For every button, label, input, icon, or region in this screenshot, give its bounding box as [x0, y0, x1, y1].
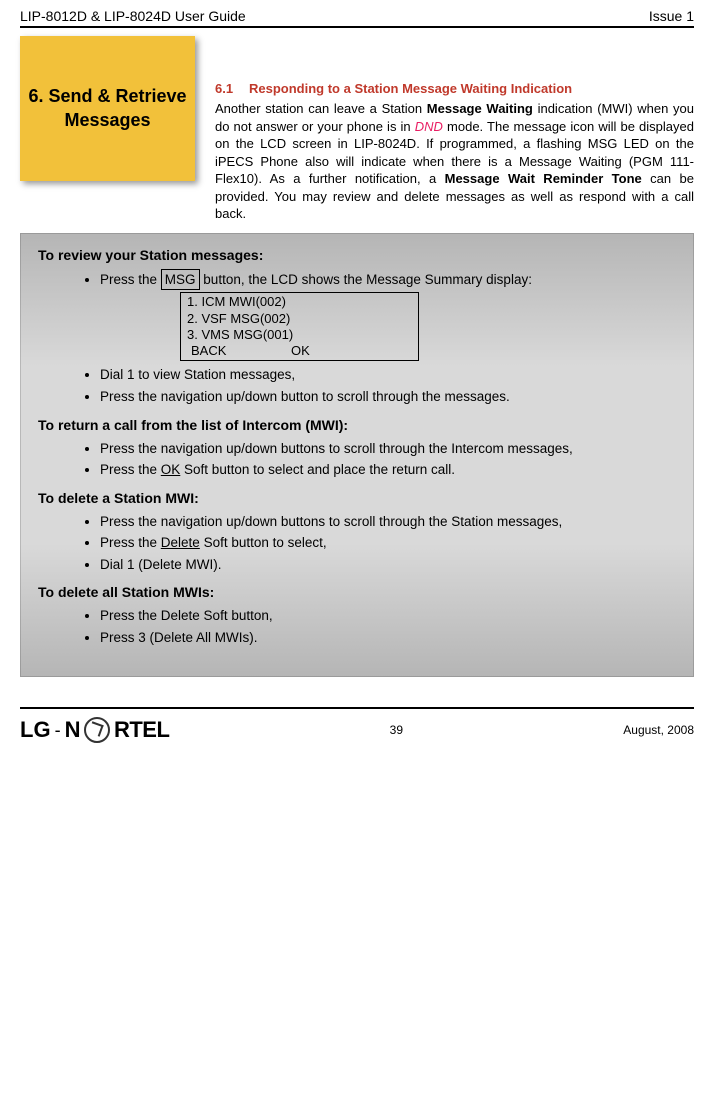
intro-text-1: Another station can leave a Station: [215, 101, 427, 116]
heading-delete: To delete a Station MWI:: [38, 490, 676, 506]
lcd-display: 1. ICM MWI(002) 2. VSF MSG(002) 3. VMS M…: [180, 292, 419, 361]
list-delete-all: Press the Delete Soft button, Press 3 (D…: [38, 606, 676, 647]
msg-button-label: MSG: [161, 269, 200, 291]
list-item: Press the MSG button, the LCD shows the …: [100, 269, 676, 362]
lcd-line-1: 1. ICM MWI(002): [187, 294, 412, 310]
section-number: 6.1: [215, 81, 249, 96]
list-item: Press the Delete Soft button,: [100, 606, 676, 626]
lcd-line-3: 3. VMS MSG(001): [187, 327, 412, 343]
page-number: 39: [390, 723, 403, 737]
logo-nortel-rtel: RTEL: [114, 717, 169, 743]
list-delete: Press the navigation up/down buttons to …: [38, 512, 676, 575]
delete-soft-label: Delete: [161, 535, 200, 550]
footer-date: August, 2008: [623, 723, 694, 737]
item-text: Dial 1 (Delete MWI).: [100, 557, 222, 572]
page-header: LIP-8012D & LIP-8024D User Guide Issue 1: [20, 0, 694, 28]
item-text: Press the navigation up/down buttons to …: [100, 514, 562, 529]
list-item: Press the navigation up/down button to s…: [100, 387, 676, 407]
item-text-pre: Press the: [100, 462, 161, 477]
list-return: Press the navigation up/down buttons to …: [38, 439, 676, 480]
instructions-box: To review your Station messages: Press t…: [20, 233, 694, 678]
header-left: LIP-8012D & LIP-8024D User Guide: [20, 8, 246, 24]
heading-return: To return a call from the list of Interc…: [38, 417, 676, 433]
page-footer: LG - N RTEL 39 August, 2008: [20, 709, 694, 757]
item-text: Press the navigation up/down buttons to …: [100, 441, 573, 456]
heading-delete-all: To delete all Station MWIs:: [38, 584, 676, 600]
lcd-line-4: BACK OK: [187, 343, 412, 359]
intro-dnd: DND: [415, 119, 443, 134]
ok-soft-label: OK: [161, 462, 181, 477]
item-text-pre: Press the: [100, 535, 161, 550]
item-text-post: button, the LCD shows the Message Summar…: [200, 272, 532, 287]
chapter-title: 6. Send & Retrieve Messages: [20, 85, 195, 132]
item-text-post: Soft button to select and place the retu…: [180, 462, 455, 477]
header-right: Issue 1: [649, 8, 694, 24]
list-item: Press the Delete Soft button to select,: [100, 533, 676, 553]
list-item: Press 3 (Delete All MWIs).: [100, 628, 676, 648]
list-item: Dial 1 to view Station messages,: [100, 365, 676, 385]
lcd-back-label: BACK: [191, 343, 291, 359]
heading-review: To review your Station messages:: [38, 247, 676, 263]
item-text-pre: Press the: [100, 272, 161, 287]
logo-nortel-n: N: [65, 717, 80, 743]
item-text: Dial 1 to view Station messages,: [100, 367, 295, 382]
chapter-box: 6. Send & Retrieve Messages: [20, 36, 195, 181]
item-text: Press the navigation up/down button to s…: [100, 389, 510, 404]
intro-bold-2: Message Wait Reminder Tone: [445, 171, 642, 186]
section-title: Responding to a Station Message Waiting …: [249, 81, 572, 96]
lcd-ok-label: OK: [291, 343, 310, 359]
list-item: Press the OK Soft button to select and p…: [100, 460, 676, 480]
logo-dash: -: [55, 720, 61, 741]
item-text-post: Soft button to select,: [200, 535, 327, 550]
logo: LG - N RTEL: [20, 717, 169, 743]
item-text: Press the Delete Soft button,: [100, 608, 273, 623]
lcd-line-2: 2. VSF MSG(002): [187, 311, 412, 327]
intro-bold-1: Message Waiting: [427, 101, 533, 116]
list-item: Press the navigation up/down buttons to …: [100, 439, 676, 459]
globe-icon: [84, 717, 110, 743]
intro-paragraph: Another station can leave a Station Mess…: [215, 100, 694, 223]
item-text: Press 3 (Delete All MWIs).: [100, 630, 258, 645]
list-item: Press the navigation up/down buttons to …: [100, 512, 676, 532]
logo-lg-text: LG: [20, 717, 51, 743]
list-review: Press the MSG button, the LCD shows the …: [38, 269, 676, 407]
list-item: Dial 1 (Delete MWI).: [100, 555, 676, 575]
section-heading: 6.1 Responding to a Station Message Wait…: [215, 81, 694, 96]
